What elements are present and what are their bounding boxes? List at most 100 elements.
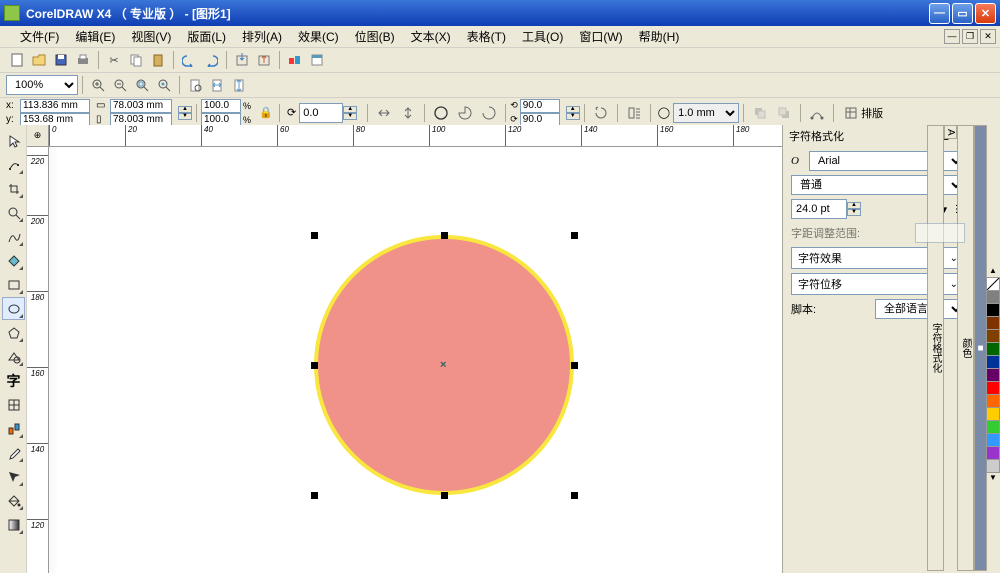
selection-handle-tm[interactable] (441, 232, 448, 239)
menu-arrange[interactable]: 排列(A) (234, 26, 290, 47)
ruler-origin[interactable]: ⊕ (27, 125, 49, 147)
zoom-width-button[interactable] (206, 74, 228, 96)
font-size-spinner[interactable]: ▲▼ (847, 202, 861, 216)
font-size-input[interactable] (791, 199, 847, 219)
size-spinner[interactable]: ▲▼ (178, 106, 192, 120)
welcome-button[interactable] (306, 49, 328, 71)
selection-handle-tr[interactable] (571, 232, 578, 239)
copy-button[interactable] (125, 49, 147, 71)
palette-swatch[interactable] (986, 394, 1000, 408)
selection-center-marker[interactable]: × (440, 359, 446, 371)
side-tab-text-icon[interactable]: A (944, 125, 957, 139)
zoom-in-button[interactable] (87, 74, 109, 96)
redo-button[interactable] (200, 49, 222, 71)
menu-bitmap[interactable]: 位图(B) (347, 26, 403, 47)
x-position-input[interactable] (20, 99, 90, 113)
interactive-fill-tool[interactable] (2, 513, 25, 536)
pick-tool[interactable] (2, 129, 25, 152)
side-tab-colors[interactable]: 颜色 (957, 125, 974, 571)
new-button[interactable] (6, 49, 28, 71)
zoom-out-button[interactable] (109, 74, 131, 96)
crop-tool[interactable] (2, 177, 25, 200)
app-launcher-button[interactable] (284, 49, 306, 71)
to-front-button[interactable] (749, 102, 771, 124)
menu-help[interactable]: 帮助(H) (631, 26, 688, 47)
scale-x-input[interactable] (201, 99, 241, 113)
zoom-tool[interactable] (2, 201, 25, 224)
pie-mode-button[interactable] (454, 102, 476, 124)
palette-swatch[interactable] (986, 446, 1000, 460)
angle-spinner[interactable]: ▲▼ (566, 106, 580, 120)
selection-handle-ml[interactable] (311, 362, 318, 369)
export-button[interactable] (253, 49, 275, 71)
palette-swatch[interactable] (986, 368, 1000, 382)
palette-swatch[interactable] (986, 381, 1000, 395)
window-minimize-button[interactable]: — (929, 3, 950, 24)
selection-handle-bl[interactable] (311, 492, 318, 499)
shape-tool[interactable] (2, 153, 25, 176)
menu-file[interactable]: 文件(F) (12, 26, 67, 47)
mdi-close-button[interactable]: ✕ (980, 29, 996, 44)
menu-layout[interactable]: 版面(L) (179, 26, 234, 47)
menu-tools[interactable]: 工具(O) (514, 26, 571, 47)
palette-swatch[interactable] (986, 355, 1000, 369)
width-input[interactable] (110, 99, 172, 113)
polygon-tool[interactable] (2, 321, 25, 344)
basic-shapes-tool[interactable] (2, 345, 25, 368)
smart-fill-tool[interactable] (2, 249, 25, 272)
reverse-arc-button[interactable] (590, 102, 612, 124)
selection-handle-tl[interactable] (311, 232, 318, 239)
zoom-page-button[interactable] (184, 74, 206, 96)
selection-handle-br[interactable] (571, 492, 578, 499)
blend-tool[interactable] (2, 417, 25, 440)
zoom-level-select[interactable]: 100% (6, 75, 78, 95)
selection-handle-bm[interactable] (441, 492, 448, 499)
to-back-button[interactable] (773, 102, 795, 124)
menu-view[interactable]: 视图(V) (123, 26, 179, 47)
menu-edit[interactable]: 编辑(E) (67, 26, 123, 47)
text-tool[interactable]: 字 (2, 369, 25, 392)
palette-swatch[interactable] (986, 459, 1000, 473)
selection-handle-mr[interactable] (571, 362, 578, 369)
ellipse-tool[interactable] (2, 297, 25, 320)
menu-table[interactable]: 表格(T) (459, 26, 514, 47)
palette-swatch[interactable] (986, 316, 1000, 330)
table-tool[interactable] (2, 393, 25, 416)
window-maximize-button[interactable]: ▭ (952, 3, 973, 24)
convert-curves-button[interactable] (806, 102, 828, 124)
rotation-spinner[interactable]: ▲▼ (343, 106, 357, 120)
menu-text[interactable]: 文本(X) (403, 26, 459, 47)
undo-button[interactable] (178, 49, 200, 71)
palette-swatch[interactable] (986, 433, 1000, 447)
zoom-all-button[interactable] (153, 74, 175, 96)
outline-width-select[interactable]: 1.0 mm (673, 103, 739, 123)
mdi-restore-button[interactable]: ❐ (962, 29, 978, 44)
window-close-button[interactable]: ✕ (975, 3, 996, 24)
ellipse-mode-button[interactable] (430, 102, 452, 124)
fill-tool[interactable] (2, 489, 25, 512)
import-button[interactable] (231, 49, 253, 71)
layout-panel-button[interactable]: 排版 (839, 102, 888, 124)
mirror-h-button[interactable] (373, 102, 395, 124)
cut-button[interactable]: ✂ (103, 49, 125, 71)
palette-scroll-down[interactable]: ▼ (986, 472, 1000, 484)
outline-tool[interactable] (2, 465, 25, 488)
script-select[interactable]: 全部语言 (875, 299, 965, 319)
lock-aspect-button[interactable]: 🔒 (259, 106, 273, 119)
freehand-tool[interactable] (2, 225, 25, 248)
mdi-minimize-button[interactable]: — (944, 29, 960, 44)
eyedropper-tool[interactable] (2, 441, 25, 464)
rect-tool[interactable] (2, 273, 25, 296)
palette-swatch-none[interactable] (986, 277, 1000, 291)
palette-swatch[interactable] (986, 290, 1000, 304)
arc-mode-button[interactable] (478, 102, 500, 124)
wrap-text-button[interactable] (623, 102, 645, 124)
open-button[interactable] (28, 49, 50, 71)
palette-swatch[interactable] (986, 342, 1000, 356)
save-button[interactable] (50, 49, 72, 71)
vertical-ruler[interactable]: 220200180160140120 (27, 147, 49, 573)
palette-swatch[interactable] (986, 329, 1000, 343)
mirror-v-button[interactable] (397, 102, 419, 124)
rotation-input[interactable] (299, 103, 343, 123)
zoom-selection-button[interactable] (131, 74, 153, 96)
